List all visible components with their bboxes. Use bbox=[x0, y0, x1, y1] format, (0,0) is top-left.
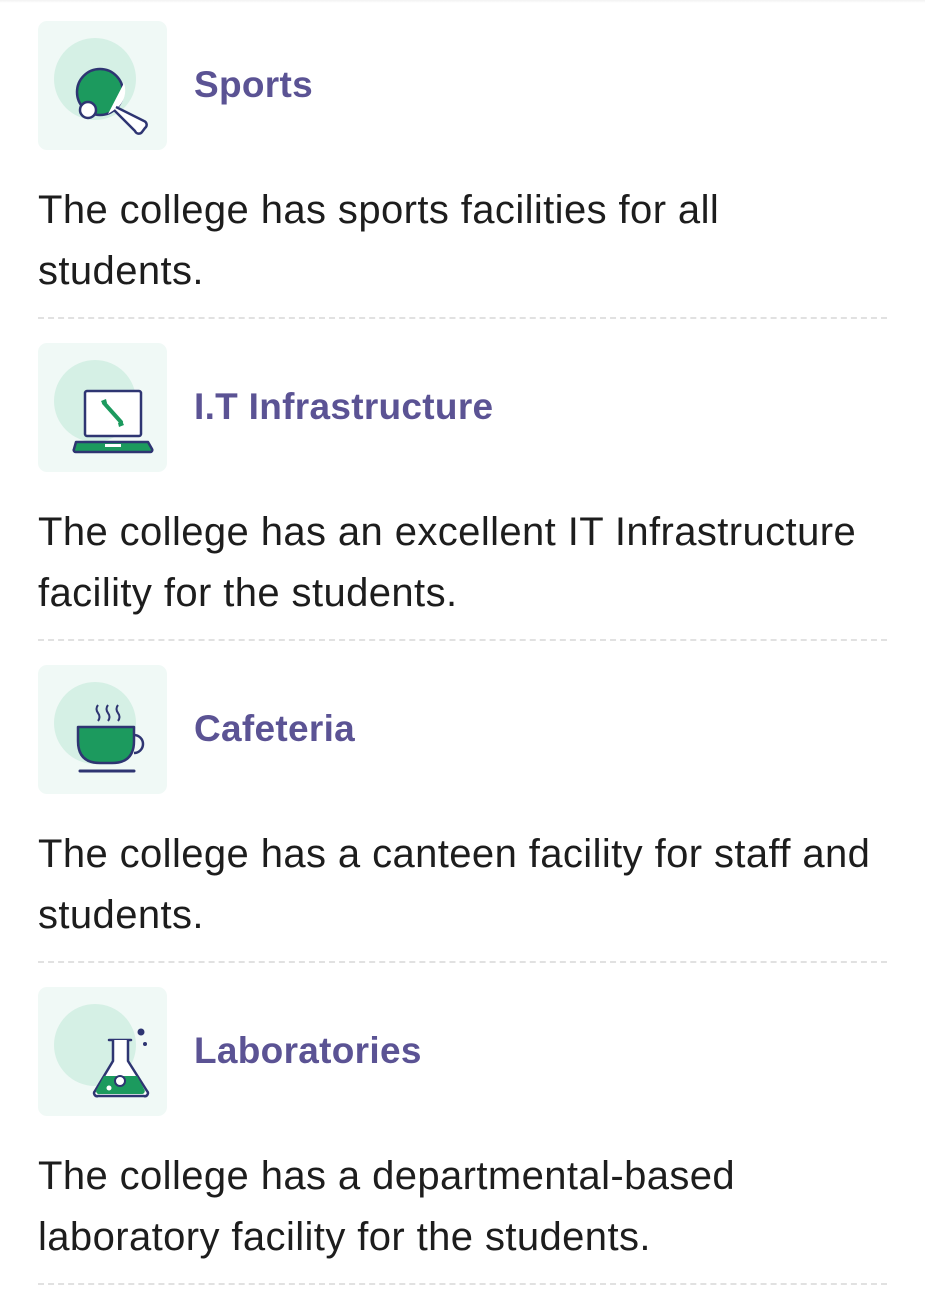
icon-tile bbox=[38, 343, 167, 472]
ping-pong-paddle-icon bbox=[75, 67, 148, 135]
facility-title: Laboratories bbox=[194, 1029, 422, 1071]
facility-header: I.T Infrastructure bbox=[38, 343, 887, 472]
facility-description: The college has an excellent IT Infrastr… bbox=[38, 510, 857, 615]
facility-title: Cafeteria bbox=[194, 707, 356, 749]
facility-description: The college has a canteen facility for s… bbox=[38, 832, 871, 937]
facility-item-cafeteria: Cafeteria The college has a canteen faci… bbox=[38, 665, 887, 987]
facility-item-it-infrastructure: I.T Infrastructure The college has an ex… bbox=[38, 343, 887, 665]
facility-header: Sports bbox=[38, 21, 887, 150]
facility-description: The college has a departmental-based lab… bbox=[38, 1154, 736, 1259]
facility-title: Sports bbox=[194, 63, 313, 105]
facility-description: The college has sports facilities for al… bbox=[38, 188, 720, 293]
top-divider bbox=[0, 0, 925, 3]
divider bbox=[38, 317, 887, 319]
divider bbox=[38, 961, 887, 963]
lab-flask-icon bbox=[92, 1028, 150, 1098]
laptop-wrench-icon bbox=[72, 389, 154, 454]
facility-title: I.T Infrastructure bbox=[194, 385, 494, 427]
facility-header: Cafeteria bbox=[38, 665, 887, 794]
divider bbox=[38, 1283, 887, 1285]
icon-tile bbox=[38, 987, 167, 1116]
coffee-cup-icon bbox=[76, 704, 145, 773]
icon-tile bbox=[38, 21, 167, 150]
facility-item-laboratories: Laboratories The college has a departmen… bbox=[38, 987, 887, 1309]
facility-item-sports: Sports The college has sports facilities… bbox=[38, 21, 887, 343]
icon-tile bbox=[38, 665, 167, 794]
facility-header: Laboratories bbox=[38, 987, 887, 1116]
facilities-list: Sports The college has sports facilities… bbox=[38, 21, 887, 1309]
divider bbox=[38, 639, 887, 641]
